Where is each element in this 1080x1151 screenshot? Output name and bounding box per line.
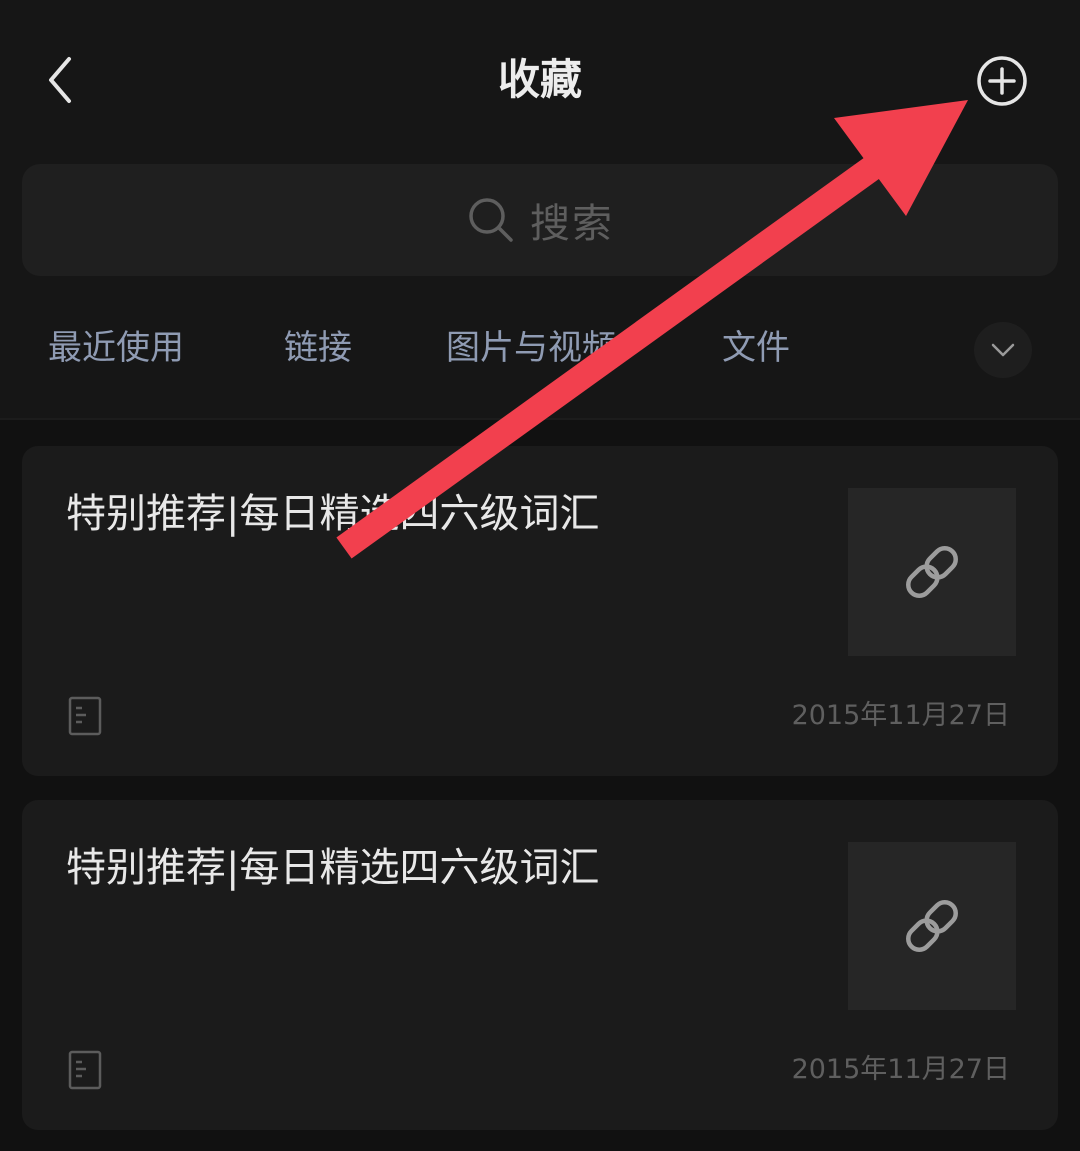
expand-filters-button[interactable]	[974, 322, 1032, 378]
card-date: 2015年11月27日	[791, 1054, 1010, 1085]
tab-images-videos[interactable]: 图片与视频	[446, 324, 616, 372]
card-title: 特别推荐|每日精选四六级词汇	[66, 491, 600, 537]
link-icon	[906, 546, 958, 598]
link-icon	[906, 900, 958, 952]
tab-links[interactable]: 链接	[284, 324, 352, 372]
add-button[interactable]	[970, 52, 1034, 110]
card-date: 2015年11月27日	[791, 700, 1010, 731]
chevron-down-icon	[991, 343, 1015, 357]
filter-tabs: 最近使用 链接 图片与视频 文件	[0, 300, 1080, 400]
plus-circle-icon	[977, 56, 1027, 106]
card-thumbnail	[848, 488, 1016, 656]
document-icon	[68, 1050, 102, 1090]
card-title: 特别推荐|每日精选四六级词汇	[66, 845, 600, 891]
favorite-card[interactable]: 特别推荐|每日精选四六级词汇 2015年11月27日	[22, 800, 1058, 1130]
tab-recent[interactable]: 最近使用	[48, 324, 184, 372]
search-icon	[469, 198, 513, 242]
search-placeholder: 搜索	[530, 201, 614, 247]
divider	[0, 418, 1080, 420]
favorite-card[interactable]: 特别推荐|每日精选四六级词汇 2015年11月27日	[22, 446, 1058, 776]
search-input[interactable]: 搜索	[22, 164, 1058, 276]
page-title: 收藏	[497, 55, 582, 104]
document-icon	[68, 696, 102, 736]
card-thumbnail	[848, 842, 1016, 1010]
tab-files[interactable]: 文件	[722, 324, 790, 372]
